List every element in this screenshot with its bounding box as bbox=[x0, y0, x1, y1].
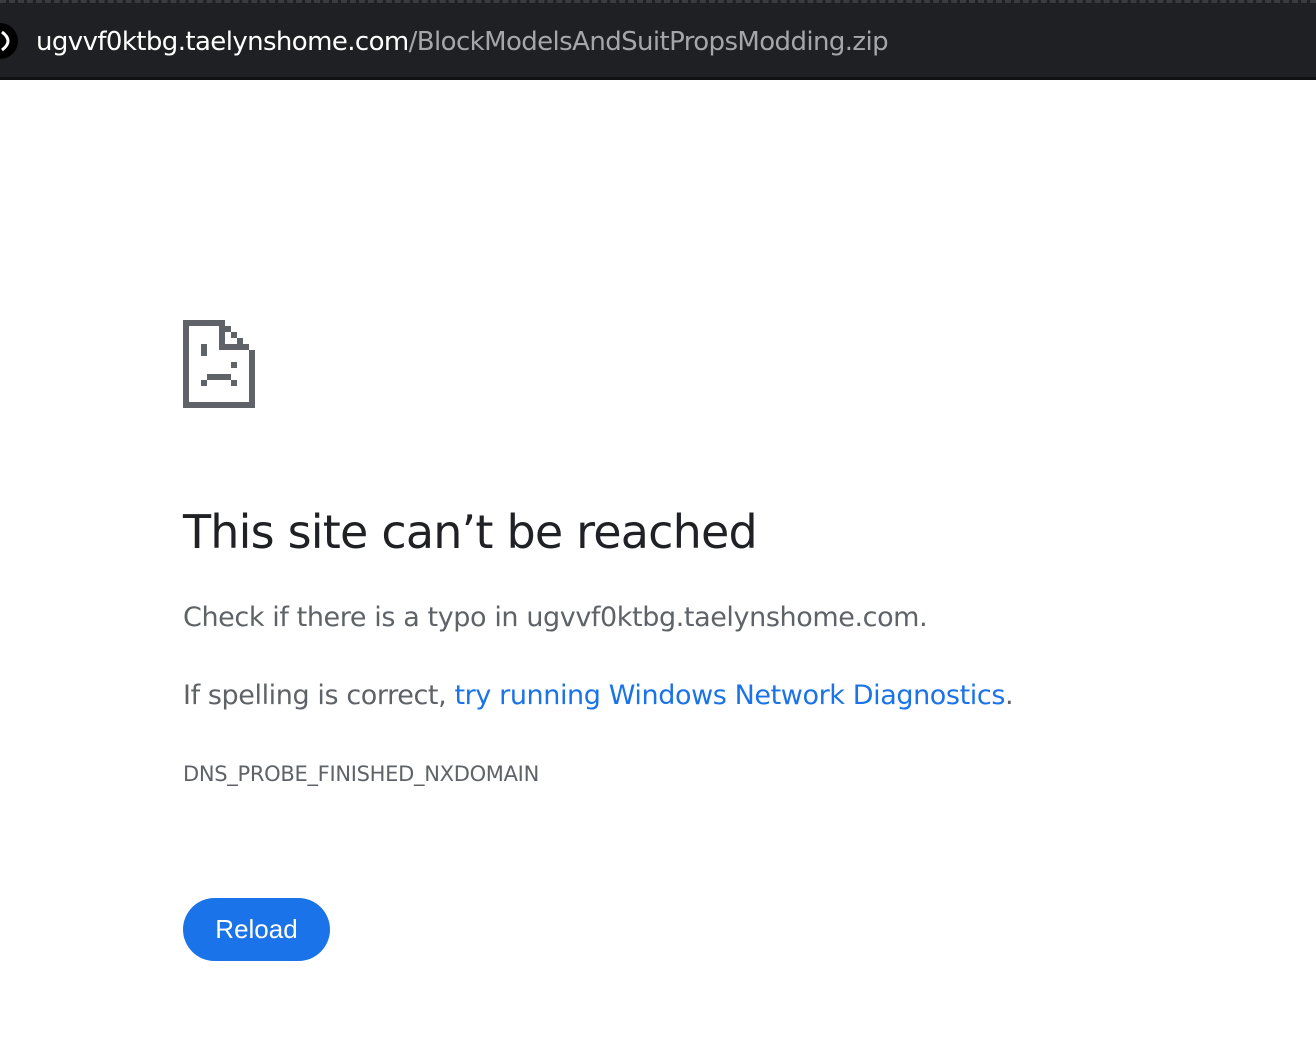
url-path: /BlockModelsAndSuitPropsModding.zip bbox=[408, 27, 889, 57]
error-code: DNS_PROBE_FINISHED_NXDOMAIN bbox=[183, 762, 539, 786]
spelling-prefix: If spelling is correct, bbox=[183, 680, 455, 711]
network-diagnostics-link[interactable]: try running Windows Network Diagnostics bbox=[454, 680, 1005, 711]
error-heading: This site can’t be reached bbox=[183, 505, 758, 559]
site-info-icon[interactable] bbox=[0, 23, 18, 59]
spelling-message: If spelling is correct, try running Wind… bbox=[183, 676, 1014, 716]
typo-message: Check if there is a typo in ugvvf0ktbg.t… bbox=[183, 602, 928, 633]
address-bar-inner: ugvvf0ktbg.taelynshome.com/BlockModelsAn… bbox=[0, 3, 1316, 77]
url-field[interactable]: ugvvf0ktbg.taelynshome.com/BlockModelsAn… bbox=[36, 22, 889, 62]
browser-address-bar: ugvvf0ktbg.taelynshome.com/BlockModelsAn… bbox=[0, 0, 1316, 80]
reload-button[interactable]: Reload bbox=[183, 898, 330, 961]
spelling-suffix: . bbox=[1005, 680, 1014, 711]
sad-document-icon bbox=[183, 320, 255, 408]
url-host: ugvvf0ktbg.taelynshome.com bbox=[36, 27, 409, 57]
